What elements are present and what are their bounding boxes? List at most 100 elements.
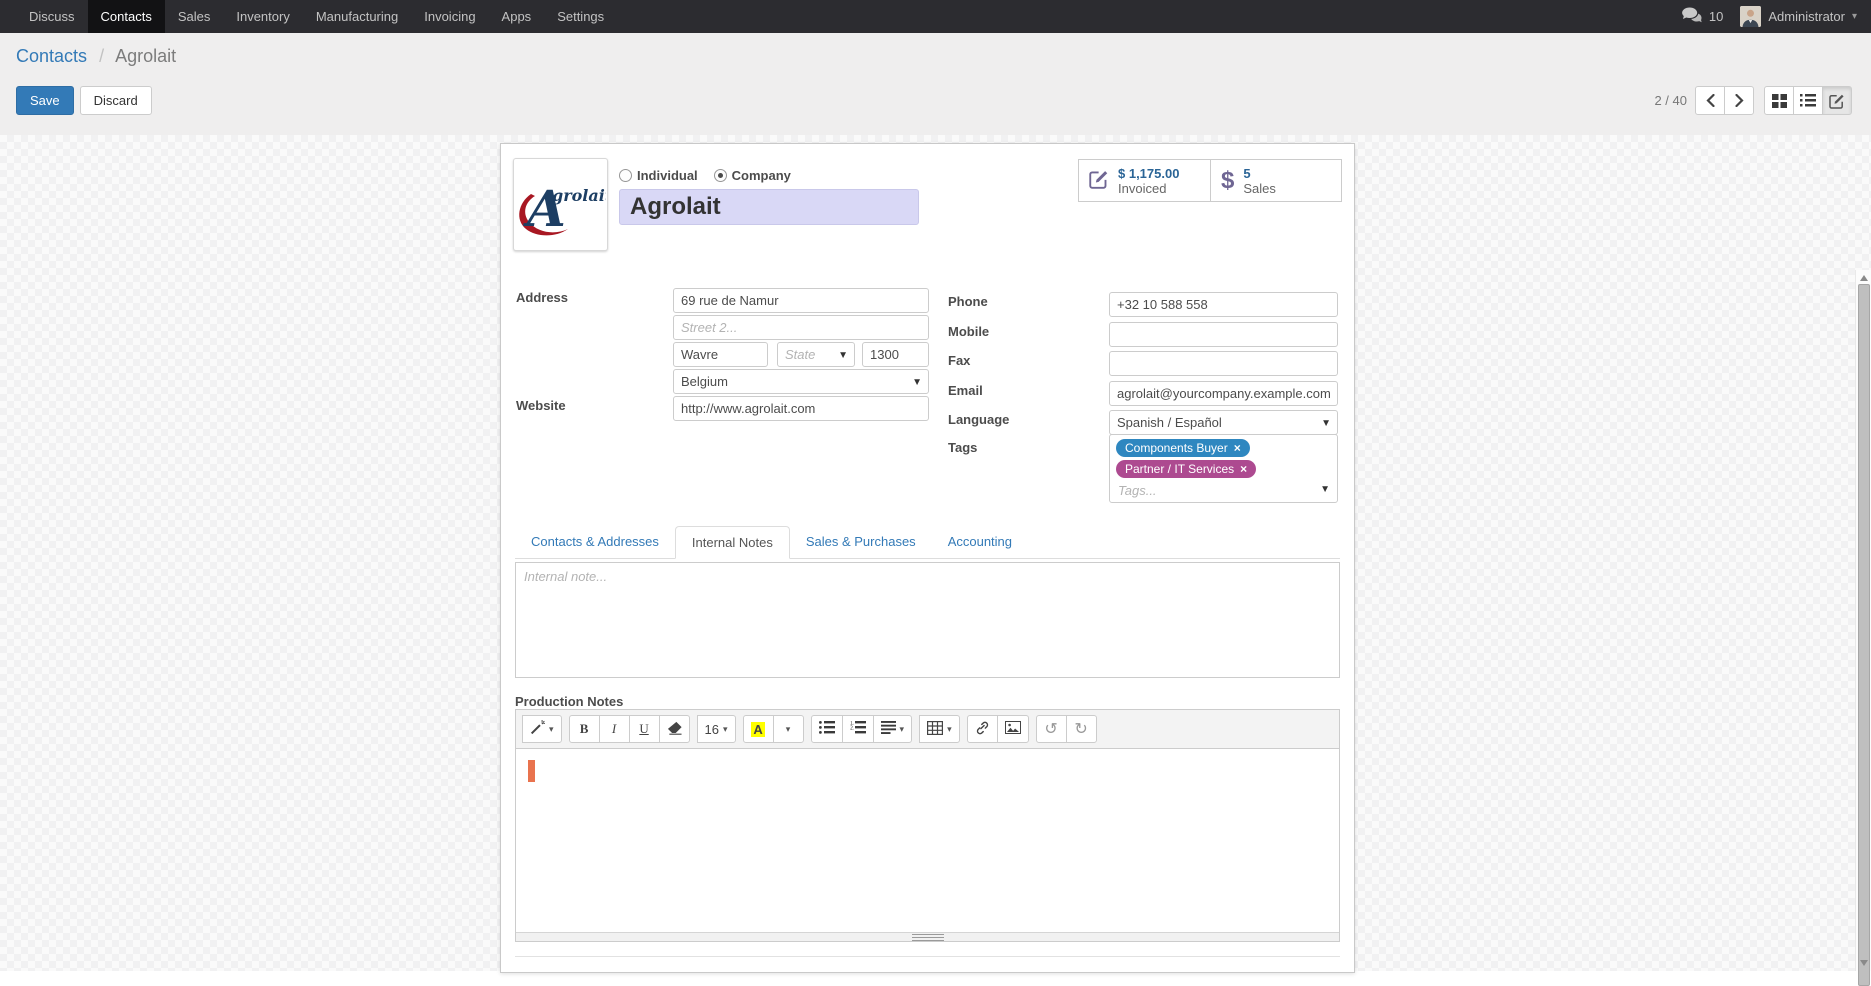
ul-icon bbox=[819, 721, 835, 737]
nav-item-inventory[interactable]: Inventory bbox=[223, 0, 302, 33]
caret-down-icon: ▾ bbox=[723, 724, 728, 735]
nav-item-settings[interactable]: Settings bbox=[544, 0, 617, 33]
font-color-button[interactable]: A bbox=[743, 715, 774, 743]
invoiced-stat-button[interactable]: $ 1,175.00 Invoiced bbox=[1079, 160, 1210, 201]
country-select[interactable]: Belgium ▼ bbox=[673, 369, 929, 394]
email-label: Email bbox=[948, 383, 983, 398]
mobile-input[interactable] bbox=[1109, 322, 1338, 347]
radio-individual-icon[interactable] bbox=[619, 169, 632, 182]
form-view-button[interactable] bbox=[1822, 86, 1852, 115]
bold-button[interactable]: B bbox=[569, 715, 600, 743]
tab-accounting[interactable]: Accounting bbox=[932, 526, 1028, 559]
zip-input[interactable] bbox=[862, 342, 929, 367]
website-label: Website bbox=[516, 398, 566, 413]
street2-input[interactable] bbox=[673, 315, 929, 340]
sales-stat-button[interactable]: $ 5 Sales bbox=[1210, 160, 1341, 201]
resize-grip-icon bbox=[912, 934, 944, 941]
kanban-view-button[interactable] bbox=[1764, 86, 1794, 115]
messages-count[interactable]: 10 bbox=[1709, 9, 1723, 24]
language-select[interactable]: Spanish / Español ▼ bbox=[1109, 410, 1338, 435]
company-logo[interactable]: A grolait bbox=[513, 158, 608, 251]
sales-count: 5 bbox=[1243, 166, 1276, 181]
list-view-button[interactable] bbox=[1793, 86, 1823, 115]
pager-next-button[interactable] bbox=[1724, 86, 1754, 115]
city-input[interactable] bbox=[673, 342, 768, 367]
editor-content[interactable] bbox=[516, 749, 1339, 932]
tag-label: Partner / IT Services bbox=[1125, 462, 1234, 476]
state-caret-icon: ▼ bbox=[838, 350, 848, 361]
caret-down-icon: ▾ bbox=[549, 724, 554, 735]
breadcrumb: Contacts / Agrolait bbox=[0, 33, 1871, 67]
breadcrumb-contacts-link[interactable]: Contacts bbox=[16, 46, 87, 66]
undo-button-icon: ↺ bbox=[1044, 719, 1057, 739]
nav-item-contacts[interactable]: Contacts bbox=[88, 0, 165, 33]
language-label: Language bbox=[948, 412, 1009, 427]
editor-resize-handle[interactable] bbox=[516, 932, 1339, 941]
link-button[interactable] bbox=[967, 715, 998, 743]
tag-pill: Components Buyer× bbox=[1116, 439, 1250, 457]
underline-button[interactable]: U bbox=[629, 715, 660, 743]
language-caret-icon: ▼ bbox=[1321, 418, 1331, 429]
svg-text:2.: 2. bbox=[850, 726, 855, 732]
ordered-list-button[interactable]: 1.2. bbox=[842, 715, 874, 743]
remove-tag-icon[interactable]: × bbox=[1234, 441, 1241, 455]
email-input[interactable] bbox=[1109, 381, 1338, 406]
redo-button[interactable]: ↻ bbox=[1066, 715, 1097, 743]
window-scrollbar[interactable] bbox=[1855, 270, 1871, 971]
dollar-icon: $ bbox=[1221, 169, 1234, 193]
text-cursor bbox=[528, 760, 535, 782]
pager-previous-button[interactable] bbox=[1695, 86, 1725, 115]
radio-company-label: Company bbox=[732, 168, 791, 183]
company-name-input[interactable] bbox=[619, 189, 919, 225]
tags-caret-icon: ▼ bbox=[1320, 484, 1330, 495]
navbar-right: 10 Administrator ▾ bbox=[1682, 0, 1871, 33]
eraser-button[interactable] bbox=[659, 715, 690, 743]
scrollbar-down-icon[interactable] bbox=[1860, 960, 1868, 966]
avatar[interactable] bbox=[1740, 6, 1761, 27]
font-size-button[interactable]: 16▾ bbox=[697, 715, 736, 743]
user-menu[interactable]: Administrator bbox=[1768, 9, 1845, 24]
messages-icon[interactable] bbox=[1682, 7, 1702, 26]
phone-input[interactable] bbox=[1109, 292, 1338, 317]
radio-individual-label: Individual bbox=[637, 168, 698, 183]
save-button[interactable]: Save bbox=[16, 86, 74, 115]
picture-button[interactable] bbox=[997, 715, 1029, 743]
website-input[interactable] bbox=[673, 396, 929, 421]
tab-internal-notes[interactable]: Internal Notes bbox=[675, 526, 790, 559]
table-button[interactable]: ▾ bbox=[919, 715, 960, 743]
discard-button[interactable]: Discard bbox=[80, 86, 152, 115]
state-select[interactable]: State ▼ bbox=[777, 342, 855, 367]
toolbar-group: A▾ bbox=[743, 715, 804, 743]
italic-button[interactable]: I bbox=[599, 715, 630, 743]
internal-notes-textarea[interactable] bbox=[515, 562, 1340, 678]
tags-input-placeholder[interactable]: Tags... bbox=[1118, 483, 1333, 498]
tag-pill: Partner / IT Services × bbox=[1116, 460, 1256, 478]
toolbar-group: ▾ bbox=[522, 715, 562, 743]
radio-company-icon[interactable] bbox=[714, 169, 727, 182]
nav-item-apps[interactable]: Apps bbox=[489, 0, 545, 33]
address-label: Address bbox=[516, 290, 568, 305]
street-input[interactable] bbox=[673, 288, 929, 313]
toolbar-group bbox=[967, 715, 1029, 743]
fax-input[interactable] bbox=[1109, 351, 1338, 376]
scrollbar-thumb[interactable] bbox=[1858, 284, 1870, 986]
undo-button[interactable]: ↺ bbox=[1036, 715, 1067, 743]
nav-item-sales[interactable]: Sales bbox=[165, 0, 224, 33]
app-menu: DiscussContactsSalesInventoryManufacturi… bbox=[16, 0, 617, 33]
tab-contacts-addresses[interactable]: Contacts & Addresses bbox=[515, 526, 675, 559]
nav-item-discuss[interactable]: Discuss bbox=[16, 0, 88, 33]
scrollbar-up-icon[interactable] bbox=[1860, 275, 1868, 281]
nav-item-invoicing[interactable]: Invoicing bbox=[411, 0, 488, 33]
color-dropdown-button[interactable]: ▾ bbox=[773, 715, 804, 743]
radio-company[interactable]: Company bbox=[714, 168, 791, 183]
nav-item-manufacturing[interactable]: Manufacturing bbox=[303, 0, 411, 33]
editor-toolbar: ▾BIU16▾A▾1.2.▾▾↺↻ bbox=[516, 710, 1339, 749]
tags-field[interactable]: Components Buyer×Partner / IT Services× … bbox=[1109, 434, 1338, 503]
tab-sales-purchases[interactable]: Sales & Purchases bbox=[790, 526, 932, 559]
radio-individual[interactable]: Individual bbox=[619, 168, 698, 183]
style-button[interactable]: ▾ bbox=[522, 715, 562, 743]
svg-text:grolait: grolait bbox=[552, 186, 606, 205]
remove-tag-icon[interactable]: × bbox=[1240, 462, 1247, 476]
unordered-list-button[interactable] bbox=[811, 715, 843, 743]
paragraph-align-button[interactable]: ▾ bbox=[873, 715, 913, 743]
